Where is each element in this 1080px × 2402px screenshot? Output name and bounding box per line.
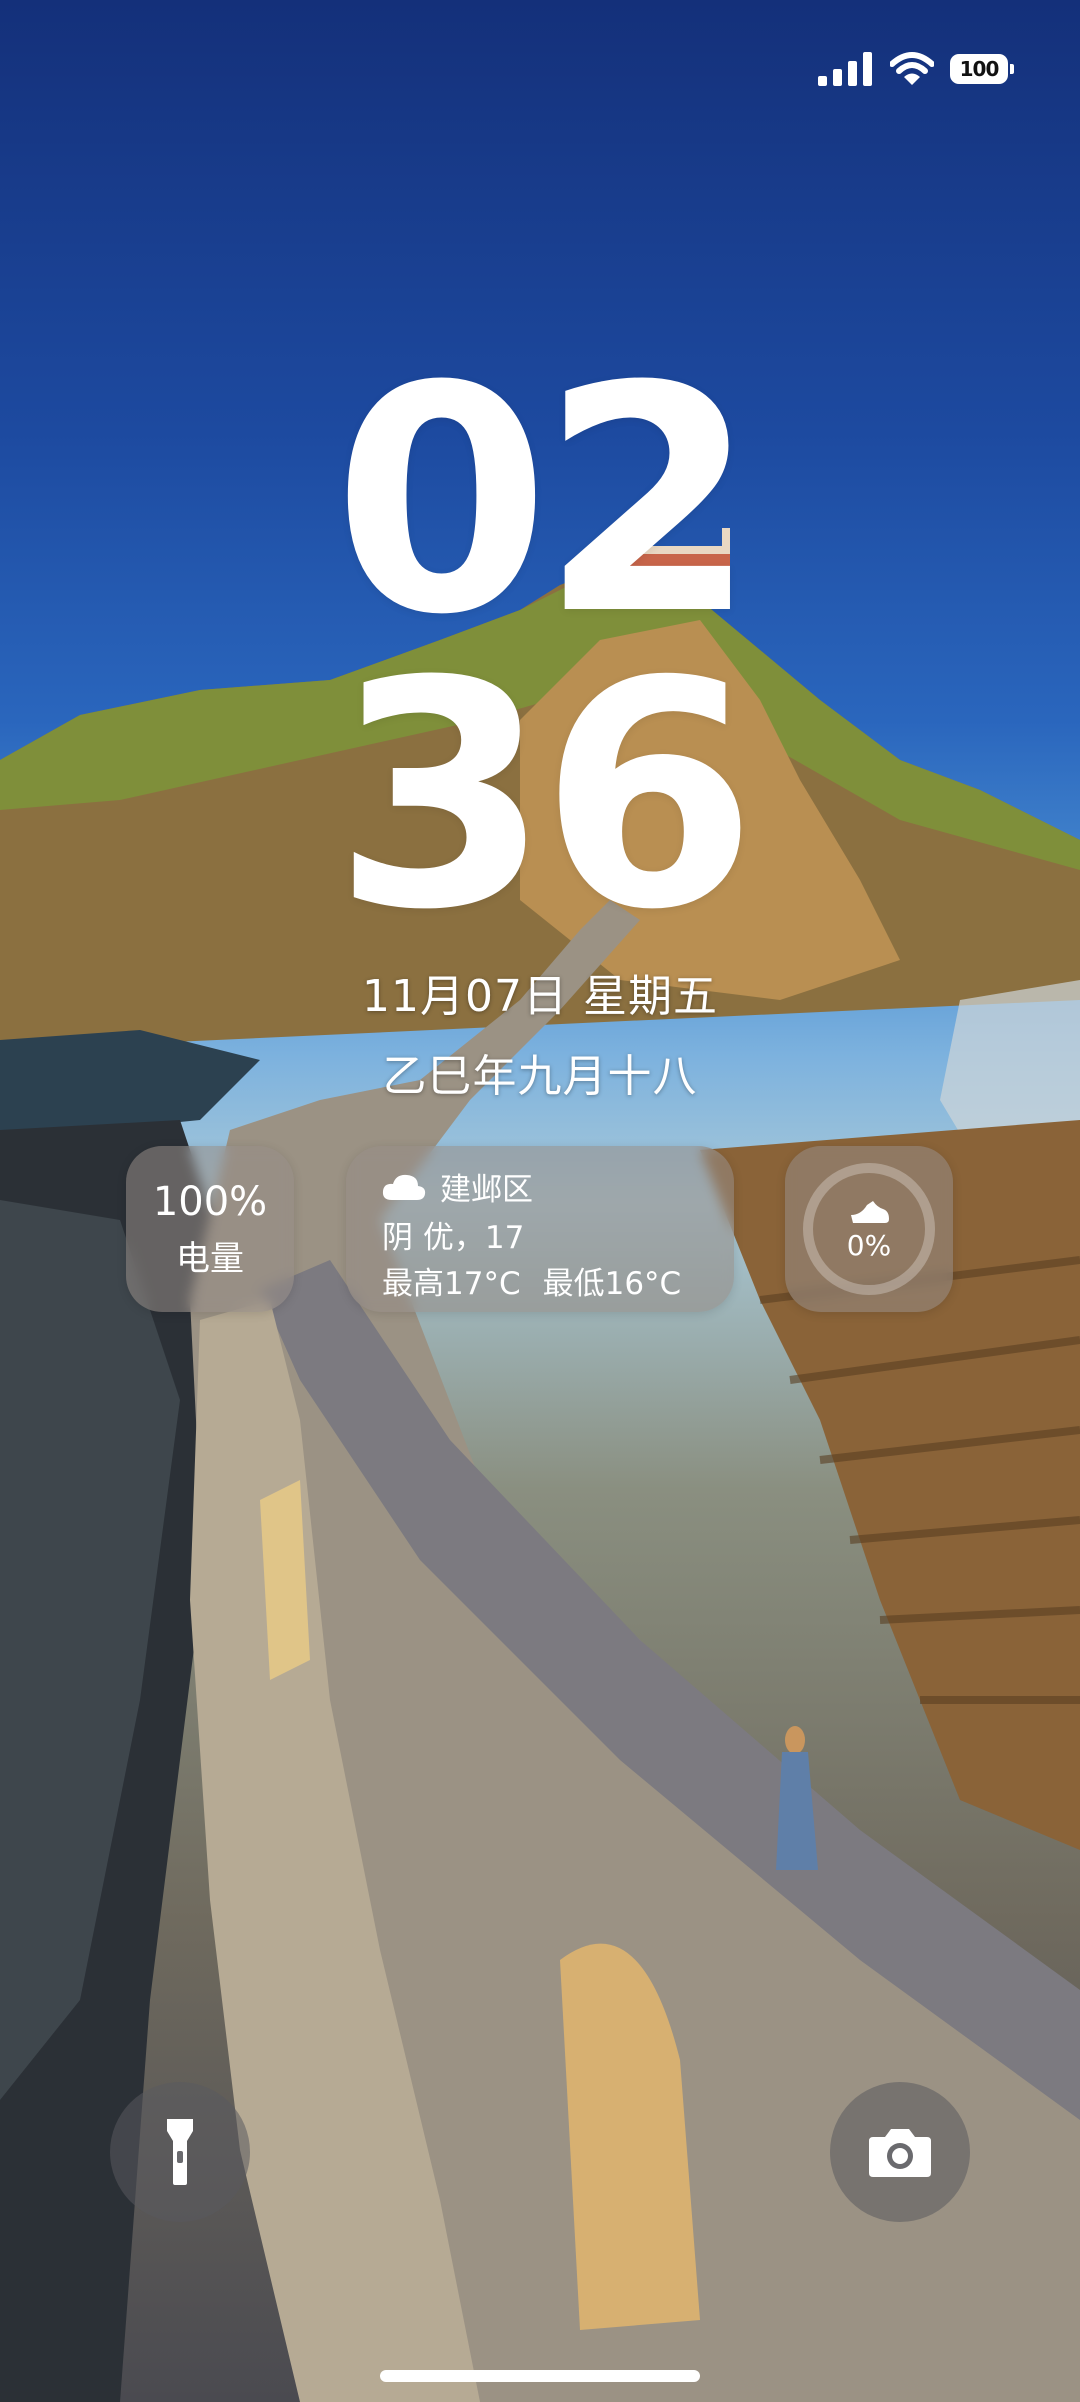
weather-low: 最低16°C <box>542 1266 682 1302</box>
battery-widget[interactable]: 100% 电量 <box>126 1146 294 1312</box>
camera-icon <box>869 2129 931 2177</box>
weather-location-row: 建邺区 <box>382 1164 533 1209</box>
steps-progress-ring: 0% <box>803 1163 935 1295</box>
weather-high: 最高17°C <box>382 1266 521 1302</box>
solar-date: 11月07日 星期五 <box>362 971 718 1022</box>
home-indicator[interactable] <box>380 2370 700 2382</box>
weather-location: 建邺区 <box>440 1172 533 1208</box>
status-bar: 100 <box>818 52 1014 86</box>
battery-icon: 100 <box>950 54 1014 84</box>
wifi-icon <box>890 52 934 85</box>
battery-level: 100 <box>959 57 1000 81</box>
shoe-icon <box>851 1200 889 1223</box>
flashlight-icon <box>167 2119 193 2185</box>
flashlight-button[interactable] <box>110 2082 250 2222</box>
signal-icon <box>818 52 872 86</box>
lunar-date: 乙巳年九月十八 <box>382 1051 698 1102</box>
battery-widget-label: 电量 <box>176 1238 244 1279</box>
camera-button[interactable] <box>830 2082 970 2222</box>
battery-widget-value: 100% <box>152 1178 268 1225</box>
steps-widget[interactable]: 0% <box>785 1146 953 1312</box>
steps-value: 0% <box>846 1228 892 1262</box>
weather-temps: 最高17°C 最低16°C <box>382 1258 681 1303</box>
weather-condition: 阴 优，17 <box>382 1220 525 1256</box>
clock-hours: 02 <box>332 319 757 683</box>
cloud-icon <box>382 1174 426 1200</box>
clock-minutes: 36 <box>332 614 757 978</box>
weather-widget[interactable]: 建邺区 阴 优，17 最高17°C 最低16°C <box>346 1146 734 1312</box>
